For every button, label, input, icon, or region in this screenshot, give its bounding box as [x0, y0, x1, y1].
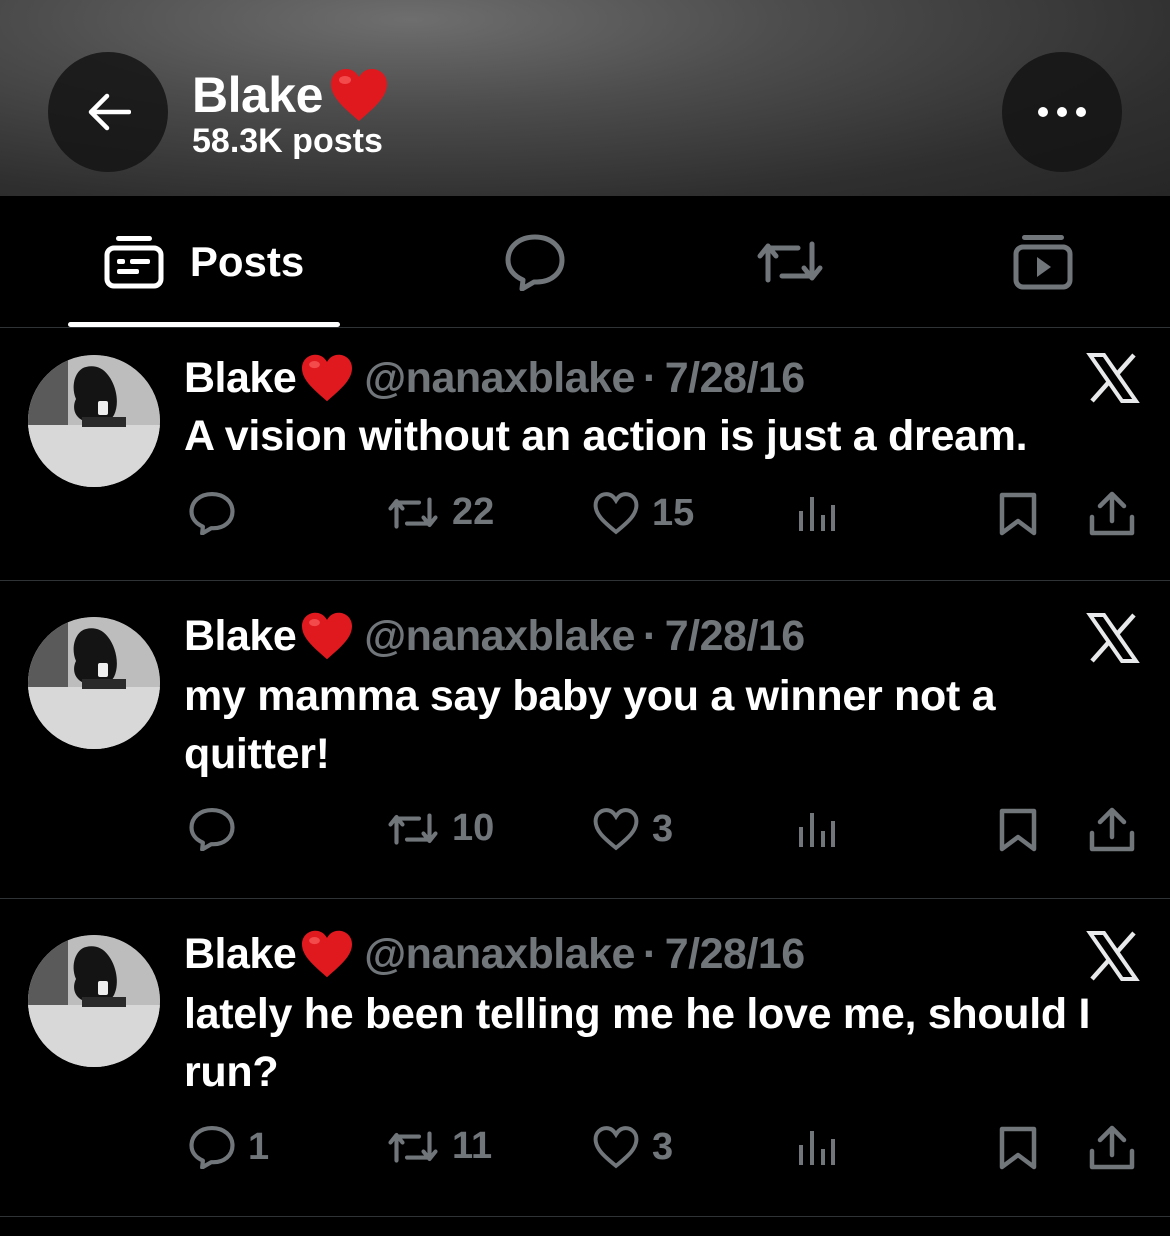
avatar[interactable]	[28, 935, 160, 1067]
active-tab-indicator	[68, 322, 340, 327]
reply-icon	[189, 1125, 235, 1169]
meta-separator: ·	[642, 353, 657, 402]
repost-count: 22	[452, 491, 495, 533]
repost-icon	[388, 812, 438, 845]
red-heart-icon	[302, 612, 353, 660]
views-button[interactable]	[796, 493, 838, 533]
post-count: 58.3K posts	[192, 122, 383, 160]
profile-header: Blake 58.3K posts	[0, 0, 1170, 196]
post-text: lately he been telling me he love me, sh…	[184, 990, 1091, 1096]
reply-count: 1	[248, 1125, 270, 1168]
arrow-left-icon	[88, 93, 131, 131]
post-author-handle[interactable]: @nanaxblake	[364, 612, 635, 661]
tab-media[interactable]	[998, 196, 1088, 328]
like-button[interactable]: 3	[592, 807, 673, 851]
avatar-photo	[28, 617, 160, 749]
views-button[interactable]	[796, 809, 838, 849]
views-chart-icon	[799, 813, 835, 847]
post-item[interactable]: Blake @nanaxblake · 7/28/16 lately he be…	[0, 899, 1170, 1217]
reply-button[interactable]: 1	[188, 1125, 269, 1169]
profile-tabs: Posts	[0, 196, 1170, 328]
views-chart-icon	[799, 1131, 835, 1165]
views-chart-icon	[799, 497, 835, 531]
post-actions: 22 15	[0, 485, 1170, 545]
repost-icon	[388, 1130, 438, 1163]
bookmark-icon	[999, 492, 1037, 536]
repost-count: 10	[452, 807, 495, 849]
bookmark-icon	[999, 808, 1037, 852]
bookmark-icon	[999, 1126, 1037, 1170]
bookmark-button[interactable]	[998, 491, 1038, 537]
post-item[interactable]: Blake @nanaxblake · 7/28/16 my mamma say…	[0, 581, 1170, 899]
post-author-name[interactable]: Blake	[184, 612, 297, 661]
red-heart-icon	[302, 930, 353, 978]
x-logo-icon	[1086, 353, 1140, 403]
like-button[interactable]: 3	[592, 1125, 673, 1169]
meta-separator: ·	[642, 611, 657, 660]
reply-button[interactable]	[188, 491, 248, 535]
post-item[interactable]: Blake @nanaxblake · 7/28/16 A vision wit…	[0, 329, 1170, 581]
reply-icon	[189, 491, 235, 535]
share-icon	[1089, 807, 1135, 852]
post-actions: 1 11 3	[0, 1119, 1170, 1179]
post-meta: Blake @nanaxblake · 7/28/16	[184, 353, 805, 403]
avatar[interactable]	[28, 617, 160, 749]
heart-outline-icon	[593, 492, 639, 535]
back-button[interactable]	[48, 52, 168, 172]
views-button[interactable]	[796, 1127, 838, 1167]
x-logo-icon	[1086, 613, 1140, 663]
share-button[interactable]	[1088, 489, 1136, 537]
post-author-name[interactable]: Blake	[184, 930, 297, 979]
posts-icon	[104, 236, 164, 289]
x-logo-icon	[1086, 931, 1140, 981]
repost-button[interactable]: 10	[386, 807, 494, 850]
repost-count: 11	[452, 1125, 493, 1167]
post-meta: Blake @nanaxblake · 7/28/16	[184, 929, 805, 979]
post-text: my mamma say baby you a winner not a qui…	[184, 672, 996, 778]
like-count: 15	[652, 491, 695, 534]
avatar-photo	[28, 355, 160, 487]
tab-posts-label: Posts	[189, 238, 305, 285]
red-heart-icon	[302, 354, 353, 402]
like-count: 3	[652, 807, 674, 850]
post-author-handle[interactable]: @nanaxblake	[364, 354, 635, 403]
like-button[interactable]: 15	[592, 491, 694, 535]
share-button[interactable]	[1088, 1123, 1136, 1171]
reply-icon	[189, 807, 235, 851]
avatar[interactable]	[28, 355, 160, 487]
reply-bubble-icon	[505, 234, 565, 291]
post-date[interactable]: 7/28/16	[665, 354, 805, 403]
tab-posts[interactable]: Posts	[68, 196, 340, 328]
share-icon	[1089, 1125, 1135, 1170]
avatar-photo	[28, 935, 160, 1067]
meta-separator: ·	[642, 929, 657, 978]
more-options-button[interactable]	[1002, 52, 1122, 172]
post-date[interactable]: 7/28/16	[665, 612, 805, 661]
bookmark-button[interactable]	[998, 807, 1038, 853]
repost-button[interactable]: 11	[386, 1125, 492, 1168]
tab-reposts[interactable]	[745, 196, 835, 328]
post-actions: 10 3	[0, 801, 1170, 861]
repost-button[interactable]: 22	[386, 491, 494, 534]
reply-button[interactable]	[188, 807, 248, 851]
post-meta: Blake @nanaxblake · 7/28/16	[184, 611, 805, 661]
heart-outline-icon	[593, 1126, 639, 1169]
like-count: 3	[652, 1125, 674, 1168]
share-icon	[1089, 491, 1135, 536]
repost-icon	[757, 241, 823, 283]
red-heart-icon	[330, 69, 387, 121]
post-author-name[interactable]: Blake	[184, 354, 297, 403]
more-dots-icon	[1038, 107, 1086, 117]
post-date[interactable]: 7/28/16	[665, 930, 805, 979]
profile-name-text: Blake	[192, 67, 323, 123]
profile-name: Blake	[192, 66, 389, 124]
heart-outline-icon	[593, 808, 639, 851]
post-text: A vision without an action is just a dre…	[184, 412, 1028, 460]
repost-icon	[388, 496, 438, 529]
tab-replies[interactable]	[490, 196, 580, 328]
share-button[interactable]	[1088, 805, 1136, 853]
bookmark-button[interactable]	[998, 1125, 1038, 1171]
post-author-handle[interactable]: @nanaxblake	[364, 930, 635, 979]
media-play-icon	[1013, 235, 1073, 290]
